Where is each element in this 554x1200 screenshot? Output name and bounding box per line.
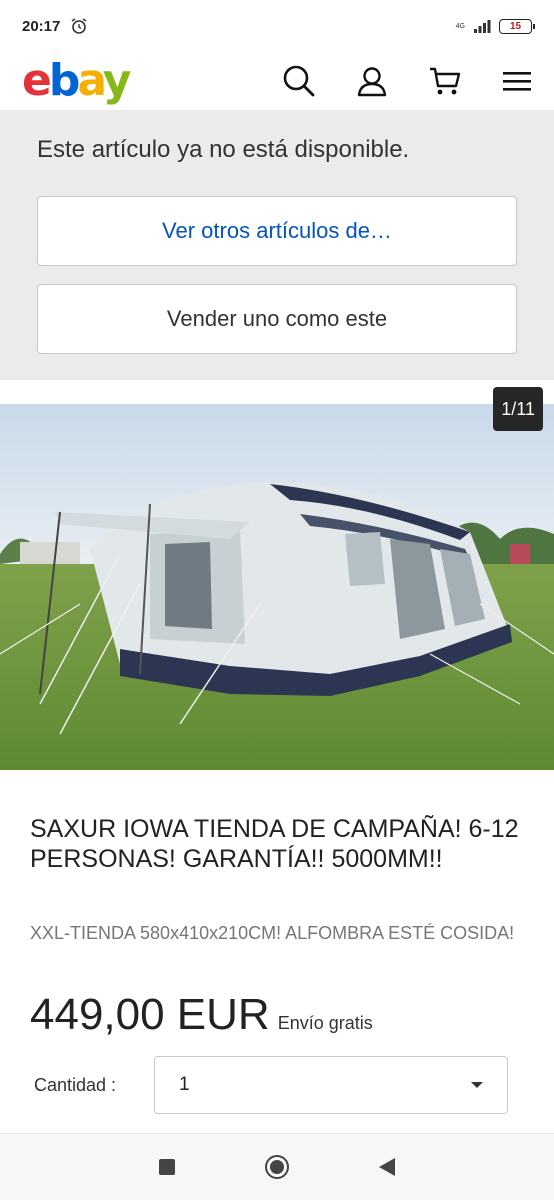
product-image-tent[interactable]	[0, 404, 554, 770]
home-icon[interactable]	[265, 1155, 289, 1179]
product-subtitle: XXL-TIENDA 580x410x210CM! ALFOMBRA ESTÉ …	[30, 923, 515, 943]
see-other-items-button[interactable]: Ver otros artículos de…	[37, 196, 517, 266]
price-row: 449,00 EUR Envío gratis	[30, 990, 373, 1040]
site-header: ebay	[0, 52, 554, 110]
image-gallery[interactable]: 1/11	[0, 380, 554, 796]
quantity-row: Cantidad : 1	[34, 1056, 508, 1114]
unavailable-banner: Este artículo ya no está disponible. Ver…	[0, 110, 554, 380]
logo-letter-a: a	[77, 55, 105, 106]
recent-apps-icon[interactable]	[159, 1159, 175, 1175]
unavailable-message: Este artículo ya no está disponible.	[37, 136, 410, 163]
logo-letter-y: y	[102, 55, 132, 106]
shipping-info: Envío gratis	[277, 1013, 373, 1033]
user-icon[interactable]	[356, 65, 388, 97]
signal-icon	[474, 20, 491, 33]
battery-level: 15	[509, 20, 522, 32]
back-icon[interactable]	[379, 1158, 395, 1176]
image-counter: 1/11	[493, 387, 543, 431]
sell-similar-button[interactable]: Vender uno como este	[37, 284, 517, 354]
search-icon[interactable]	[282, 64, 316, 98]
product-price: 449,00 EUR	[30, 990, 270, 1039]
status-indicators: 4G 15	[455, 18, 535, 34]
logo-letter-e: e	[22, 55, 52, 106]
alarm-icon	[71, 18, 87, 34]
battery-icon: 15	[499, 18, 535, 34]
menu-icon[interactable]	[502, 70, 532, 92]
status-time: 20:17	[22, 17, 61, 35]
network-label: 4G	[455, 22, 465, 30]
header-actions	[282, 64, 532, 98]
ebay-logo[interactable]: ebay	[22, 59, 131, 103]
dropdown-arrow-icon	[471, 1082, 483, 1088]
quantity-select[interactable]: 1	[154, 1056, 508, 1114]
quantity-label: Cantidad :	[34, 1074, 117, 1095]
product-title: SAXUR IOWA TIENDA DE CAMPAÑA! 6-12 PERSO…	[30, 815, 519, 873]
status-bar: 20:17 4G 15	[0, 0, 554, 52]
logo-letter-b: b	[48, 55, 80, 106]
system-nav-bar	[0, 1133, 554, 1200]
cart-icon[interactable]	[428, 65, 462, 97]
quantity-value: 1	[179, 1074, 190, 1095]
